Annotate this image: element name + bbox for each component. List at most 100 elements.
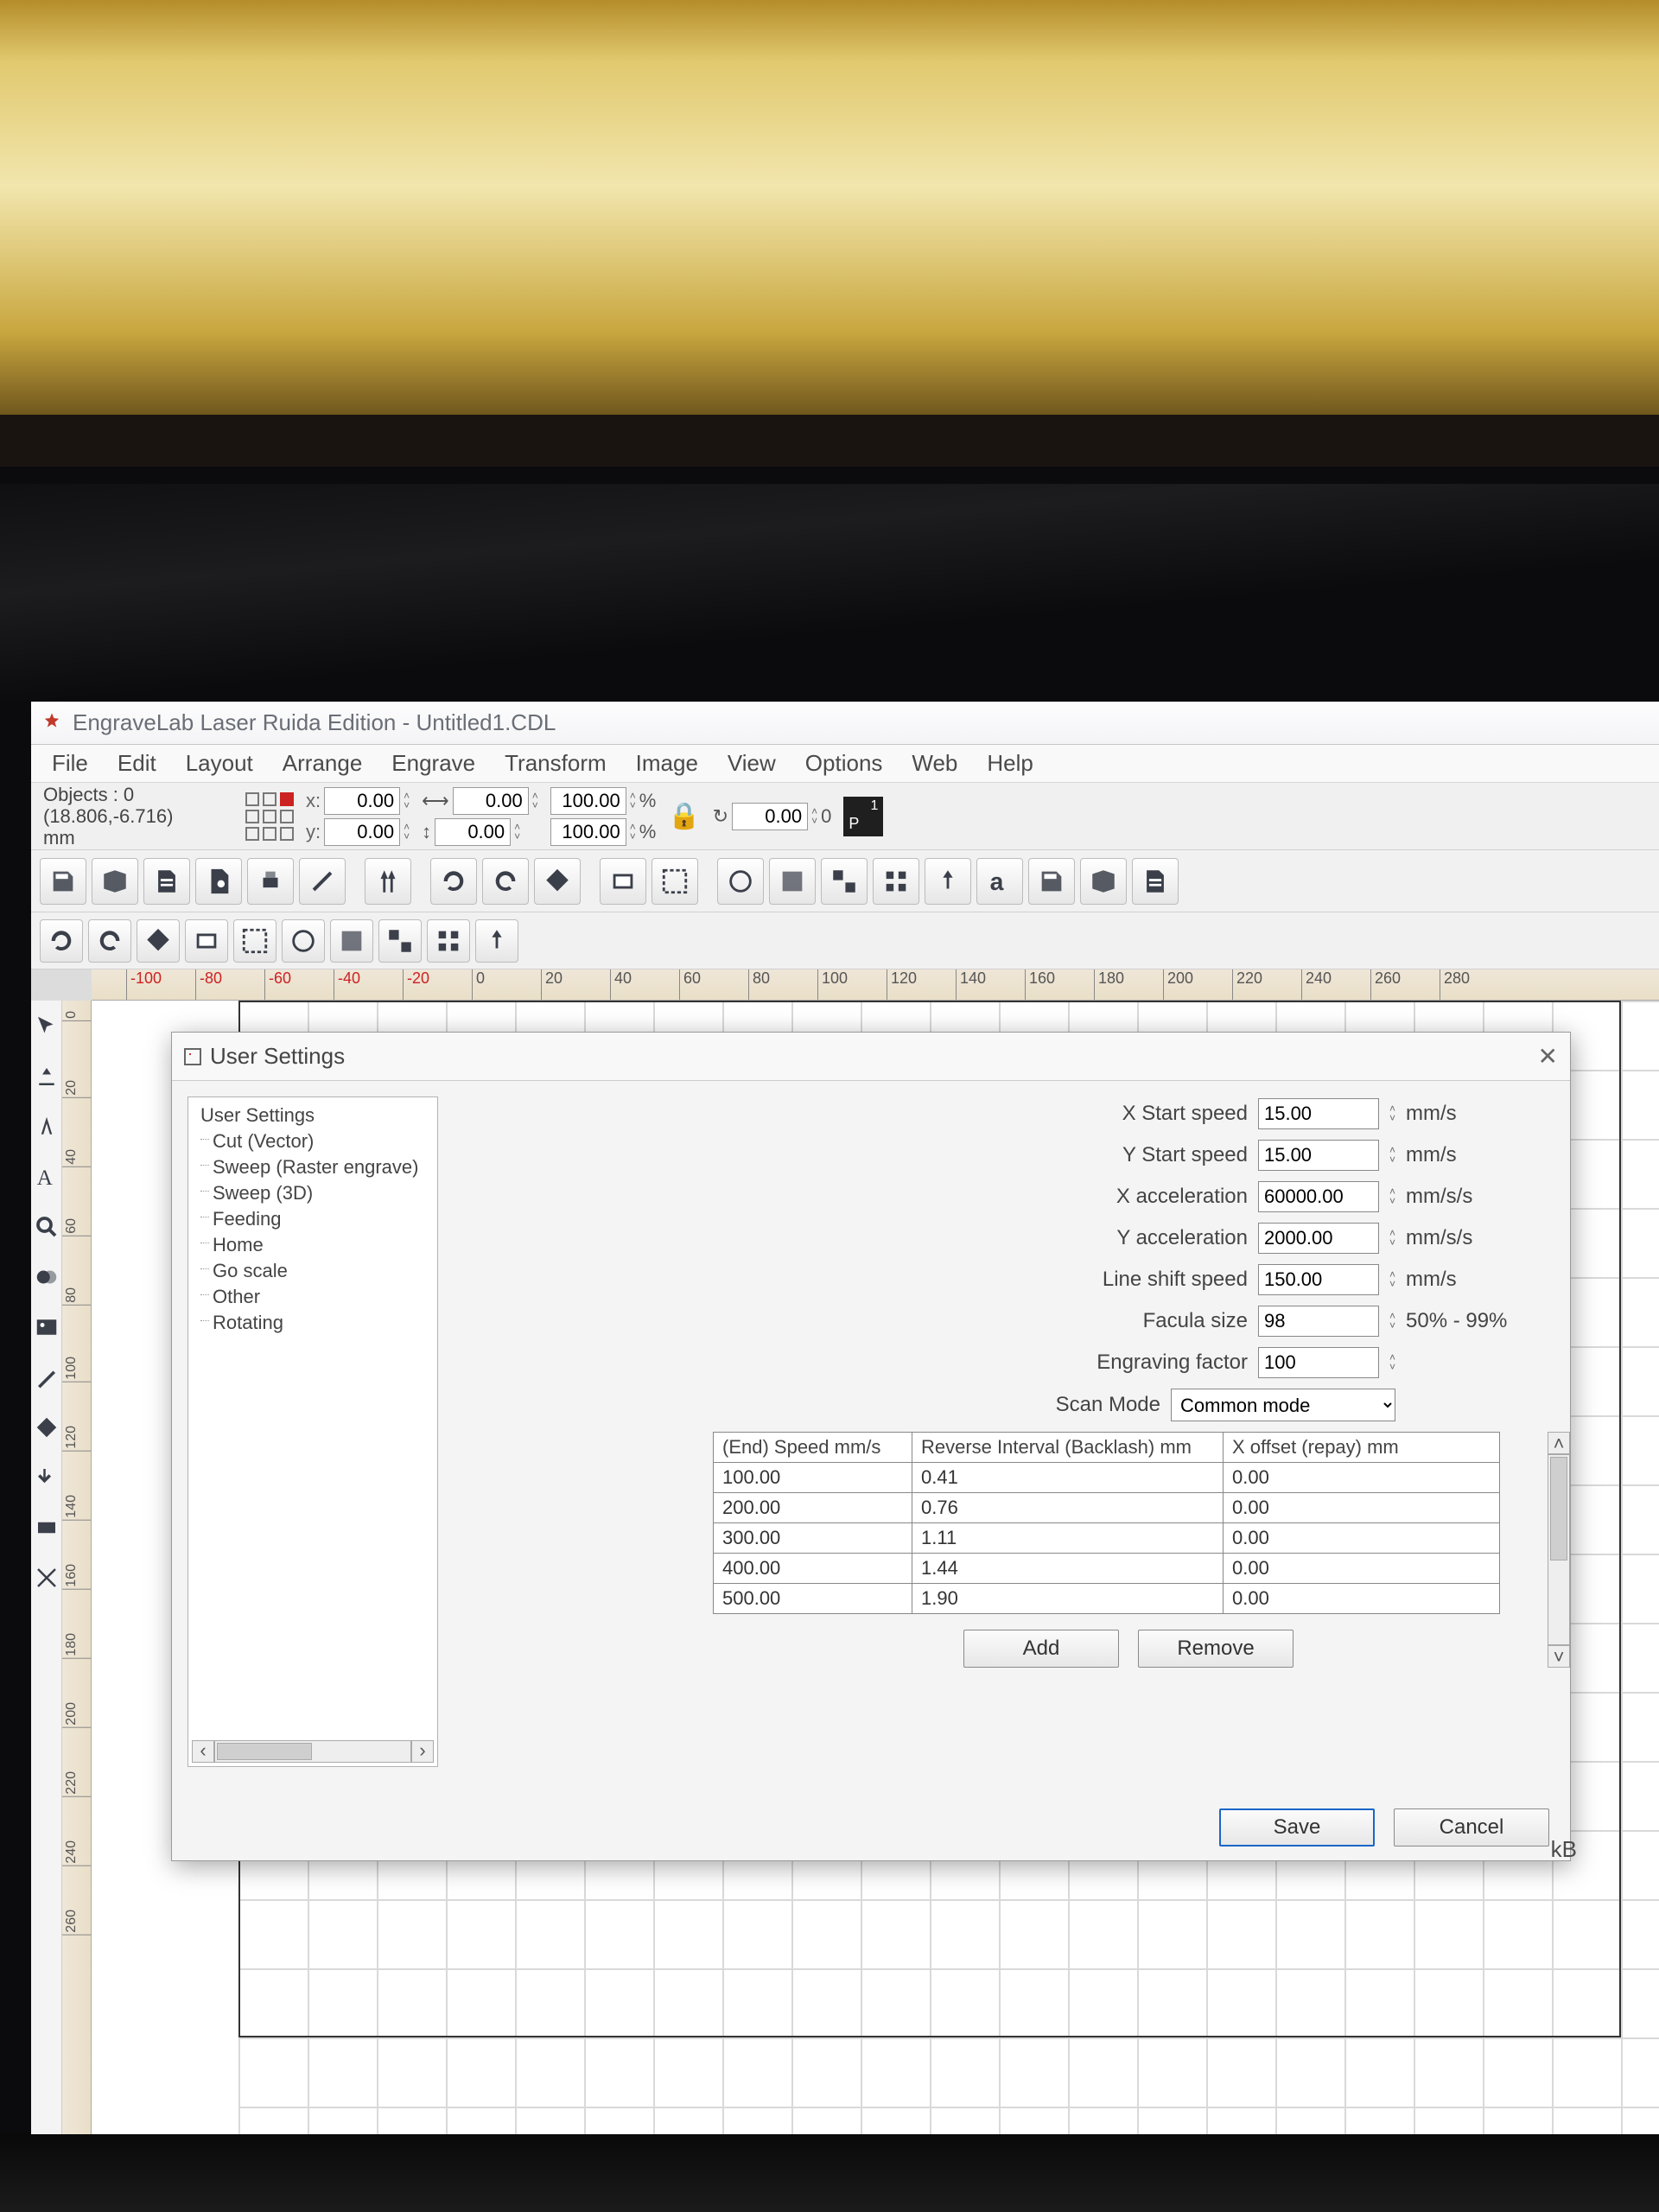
remove-button[interactable]: Remove xyxy=(1138,1630,1294,1668)
tree-horizontal-scrollbar[interactable]: ‹ › xyxy=(192,1740,434,1763)
spinner-icon[interactable]: ˄˅ xyxy=(532,791,538,810)
spinner-icon[interactable]: ˄˅ xyxy=(1389,1146,1395,1165)
facula-size-input[interactable] xyxy=(1258,1306,1379,1337)
spinner-icon[interactable]: ˄˅ xyxy=(404,791,410,810)
screen-icon[interactable] xyxy=(600,858,646,905)
tree-item[interactable]: Sweep (Raster engrave) xyxy=(197,1154,429,1180)
menu-file[interactable]: File xyxy=(41,747,99,780)
y-start-speed-input[interactable] xyxy=(1258,1140,1379,1171)
table-row[interactable]: 200.000.760.00 xyxy=(714,1493,1500,1523)
close-icon[interactable]: ✕ xyxy=(1538,1042,1558,1071)
table-vertical-scrollbar[interactable]: ˄ ˅ xyxy=(1548,1432,1570,1668)
save-button[interactable]: Save xyxy=(1219,1808,1375,1847)
menu-options[interactable]: Options xyxy=(795,747,893,780)
spinner-icon[interactable]: ˄˅ xyxy=(1389,1270,1395,1289)
panel-icon[interactable] xyxy=(137,919,180,963)
tree-item[interactable]: Home xyxy=(197,1232,429,1258)
add-button[interactable]: Add xyxy=(963,1630,1119,1668)
measure-tool-icon[interactable] xyxy=(31,1559,62,1597)
menu-layout[interactable]: Layout xyxy=(175,747,264,780)
tree-item[interactable]: Other xyxy=(197,1284,429,1310)
spinner-icon[interactable]: ˄˅ xyxy=(1389,1187,1395,1206)
shape2-icon[interactable] xyxy=(1028,858,1075,905)
shape-tool-icon[interactable] xyxy=(31,1408,62,1446)
spinner-icon[interactable]: ˄˅ xyxy=(630,791,636,810)
spinner-icon[interactable]: ˄˅ xyxy=(404,823,410,842)
print-icon[interactable] xyxy=(247,858,294,905)
layer-color-swatch[interactable] xyxy=(843,797,883,836)
backlash-table[interactable]: (End) Speed mm/sReverse Interval (Backla… xyxy=(713,1432,1500,1614)
undo-icon[interactable] xyxy=(430,858,477,905)
dashed-circle-icon[interactable] xyxy=(475,919,518,963)
table-row[interactable]: 300.001.110.00 xyxy=(714,1523,1500,1554)
image-tool-icon[interactable] xyxy=(31,1308,62,1346)
diamond-icon[interactable] xyxy=(534,858,581,905)
camera-icon[interactable] xyxy=(717,858,764,905)
machine-tool-icon[interactable] xyxy=(31,1058,62,1096)
table-row[interactable]: 500.001.900.00 xyxy=(714,1584,1500,1614)
sparkle-icon[interactable] xyxy=(185,919,228,963)
save-icon[interactable] xyxy=(143,858,190,905)
tree-item[interactable]: Feeding xyxy=(197,1206,429,1232)
table-row[interactable]: 400.001.440.00 xyxy=(714,1554,1500,1584)
x-position-input[interactable] xyxy=(324,787,400,815)
y-position-input[interactable] xyxy=(324,818,400,846)
shape-icon[interactable]: a xyxy=(976,858,1023,905)
anchor-grid-icon[interactable] xyxy=(245,792,294,841)
engrave-tool-icon[interactable] xyxy=(31,1509,62,1547)
spinner-icon[interactable]: ˄˅ xyxy=(514,823,520,842)
spinner-icon[interactable]: ˄˅ xyxy=(1389,1229,1395,1248)
menu-arrange[interactable]: Arrange xyxy=(272,747,373,780)
scale-y-input[interactable] xyxy=(550,818,626,846)
menu-web[interactable]: Web xyxy=(901,747,968,780)
spinner-icon[interactable]: ˄˅ xyxy=(1389,1312,1395,1331)
scroll-right-icon[interactable]: › xyxy=(411,1740,434,1763)
new-file-icon[interactable] xyxy=(40,858,86,905)
import-icon[interactable] xyxy=(195,858,242,905)
x-start-speed-input[interactable] xyxy=(1258,1098,1379,1129)
tree-item[interactable]: Cut (Vector) xyxy=(197,1128,429,1154)
scan-mode-select[interactable]: Common mode xyxy=(1171,1389,1395,1421)
scissors-icon[interactable] xyxy=(365,858,411,905)
open-file-icon[interactable] xyxy=(92,858,138,905)
sparkle2-icon[interactable] xyxy=(233,919,276,963)
layer-icon[interactable] xyxy=(330,919,373,963)
fill-tool-icon[interactable] xyxy=(31,1258,62,1296)
tree-item[interactable]: Sweep (3D) xyxy=(197,1180,429,1206)
redo-icon[interactable] xyxy=(482,858,529,905)
circle-dashed-icon[interactable] xyxy=(1080,858,1127,905)
zoom-tool-icon[interactable] xyxy=(31,1208,62,1246)
spinner-icon[interactable]: ˄˅ xyxy=(811,807,817,826)
scroll-down-icon[interactable]: ˅ xyxy=(1548,1645,1570,1668)
bounds-icon[interactable] xyxy=(40,919,83,963)
compass-tool-icon[interactable] xyxy=(31,1108,62,1146)
menu-image[interactable]: Image xyxy=(626,747,709,780)
engraving-factor-input[interactable] xyxy=(1258,1347,1379,1378)
puzzle2-icon[interactable] xyxy=(427,919,470,963)
cut-icon[interactable] xyxy=(299,858,346,905)
menu-transform[interactable]: Transform xyxy=(494,747,617,780)
spinner-icon[interactable]: ˄˅ xyxy=(1389,1104,1395,1123)
grid-icon[interactable] xyxy=(873,858,919,905)
tree-item[interactable]: Rotating xyxy=(197,1310,429,1336)
canvas[interactable]: User Settings ✕ User SettingsCut (Vector… xyxy=(92,1001,1659,2136)
arrow-up-icon[interactable] xyxy=(925,858,971,905)
fill-icon[interactable] xyxy=(769,858,816,905)
y-acceleration-input[interactable] xyxy=(1258,1223,1379,1254)
scroll-up-icon[interactable]: ˄ xyxy=(1548,1432,1570,1454)
line-shift-speed-input[interactable] xyxy=(1258,1264,1379,1295)
cancel-button[interactable]: Cancel xyxy=(1394,1808,1549,1847)
menu-help[interactable]: Help xyxy=(976,747,1043,780)
scroll-left-icon[interactable]: ‹ xyxy=(192,1740,214,1763)
marquee-icon[interactable] xyxy=(652,858,698,905)
settings-tree[interactable]: User SettingsCut (Vector)Sweep (Raster e… xyxy=(188,1096,438,1767)
table-row[interactable]: 100.000.410.00 xyxy=(714,1463,1500,1493)
height-input[interactable] xyxy=(435,818,511,846)
lock-aspect-icon[interactable]: 🔒 xyxy=(668,801,700,831)
select-tool-icon[interactable] xyxy=(31,1007,62,1046)
x-acceleration-input[interactable] xyxy=(1258,1181,1379,1212)
scale-x-input[interactable] xyxy=(550,787,626,815)
tree-item[interactable]: Go scale xyxy=(197,1258,429,1284)
tree-root[interactable]: User Settings xyxy=(197,1103,429,1128)
menu-view[interactable]: View xyxy=(717,747,786,780)
